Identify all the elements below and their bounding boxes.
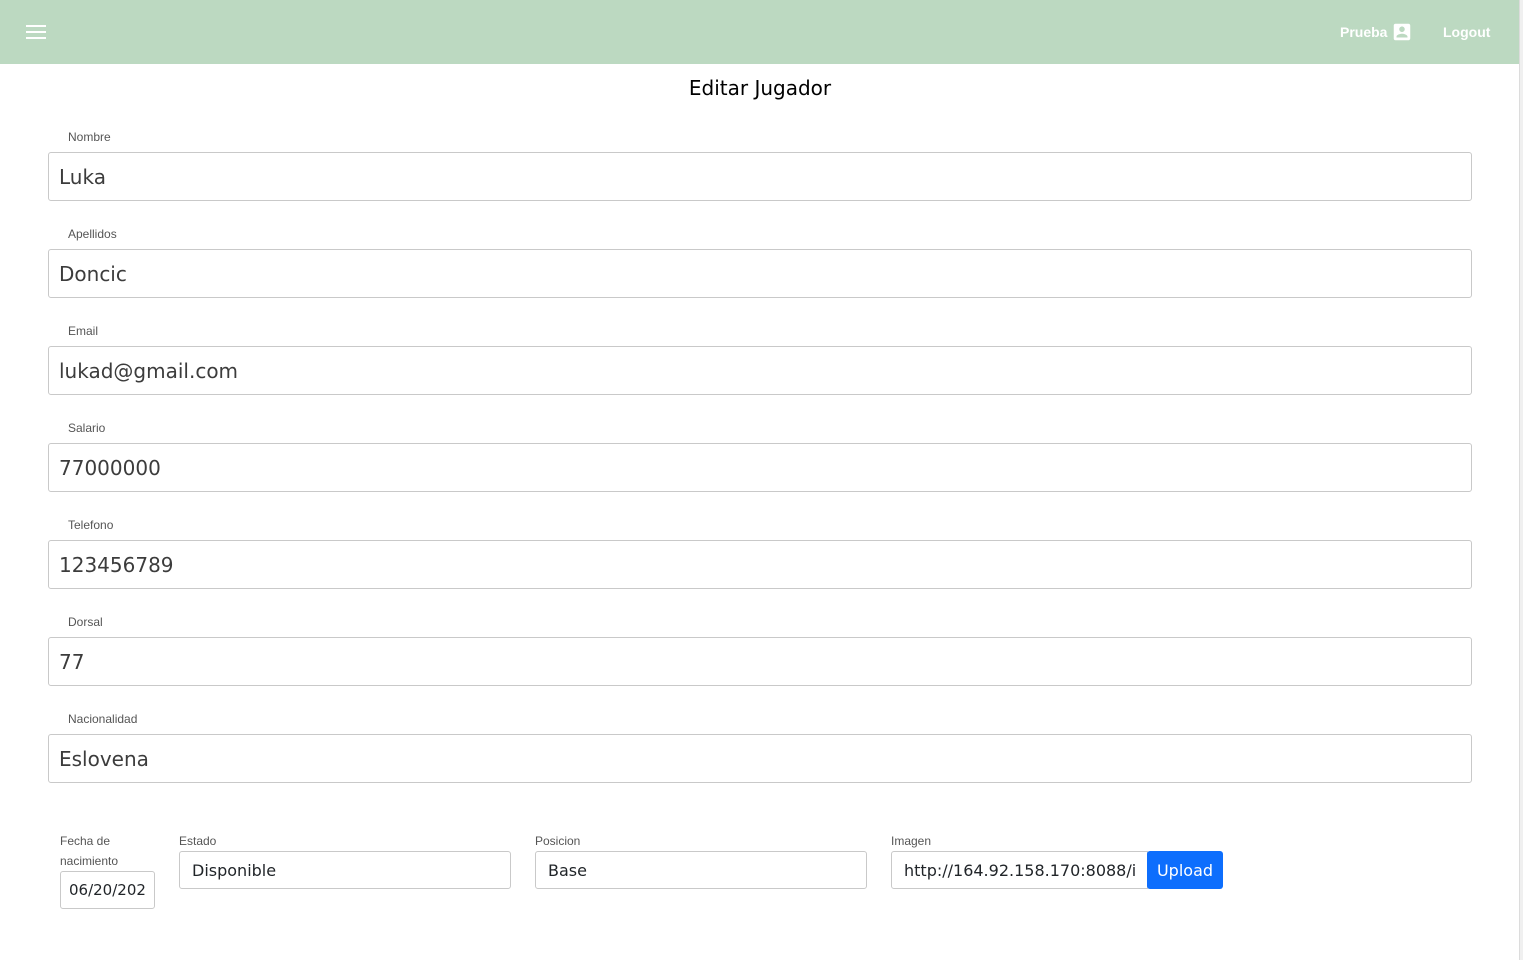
dorsal-input[interactable] [48,637,1472,686]
estado-label: Estado [179,834,217,848]
upload-button[interactable]: Upload [1147,851,1223,889]
dorsal-label: Dorsal [68,615,103,629]
telefono-label: Telefono [68,518,114,532]
imagen-url-input[interactable] [891,851,1148,889]
page-scrollbar[interactable] [1519,0,1523,960]
salario-input[interactable] [48,443,1472,492]
fecha-label-line1: Fecha de [60,834,111,848]
nacionalidad-input[interactable] [48,734,1472,783]
menu-button[interactable] [22,20,50,44]
email-input[interactable] [48,346,1472,395]
posicion-label: Posicion [535,834,581,848]
top-app-bar: Prueba Logout [0,0,1520,64]
apellidos-input[interactable] [48,249,1472,298]
fecha-label-line2: nacimiento [60,854,119,868]
imagen-label: Imagen [891,834,932,848]
nombre-input[interactable] [48,152,1472,201]
nombre-label: Nombre [68,130,111,144]
apellidos-label: Apellidos [68,227,117,241]
hamburger-menu-icon [26,25,46,39]
fecha-nacimiento-input[interactable] [60,871,155,909]
telefono-input[interactable] [48,540,1472,589]
posicion-input[interactable] [535,851,867,889]
user-name: Prueba [1340,24,1388,40]
logout-button[interactable]: Logout [1443,20,1490,44]
email-label: Email [68,324,99,338]
nacionalidad-label: Nacionalidad [68,712,138,726]
salario-label: Salario [68,421,106,435]
estado-input[interactable] [179,851,511,889]
user-profile-button[interactable]: Prueba [1340,20,1413,44]
page-title: Editar Jugador [688,76,832,100]
account-box-icon [1391,21,1413,43]
fecha-nacimiento-label: Fecha de nacimiento [60,831,118,871]
